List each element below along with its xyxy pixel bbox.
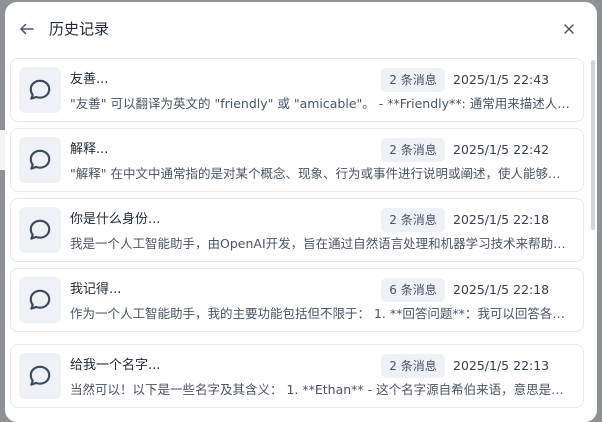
conversation-title: 给我一个名字... <box>70 358 161 373</box>
chat-bubble-icon <box>29 365 51 386</box>
conversation-item[interactable]: 你是什么身份... 2 条消息 2025/1/5 22:18 我是一个人工智能助… <box>10 198 584 262</box>
conversation-title: 友善... <box>70 72 109 87</box>
conversation-preview: "解释" 在中文中通常指的是对某个概念、现象、行为或事件进行说明或阐述，使人能够… <box>70 166 572 181</box>
message-count-badge: 6 条消息 <box>381 278 445 302</box>
message-count-badge: 2 条消息 <box>381 208 445 232</box>
chat-bubble-icon <box>29 149 51 170</box>
chat-bubble-icon <box>29 289 51 310</box>
conversation-timestamp: 2025/1/5 22:13 <box>453 358 550 373</box>
conversation-title: 我记得... <box>70 282 122 297</box>
chat-bubble-icon <box>29 79 51 100</box>
conversation-item[interactable]: 友善... 2 条消息 2025/1/5 22:43 "友善" 可以翻译为英文的… <box>10 58 584 122</box>
conversation-timestamp: 2025/1/5 22:43 <box>453 72 550 87</box>
conversation-avatar <box>19 207 61 253</box>
conversation-timestamp: 2025/1/5 22:42 <box>453 142 550 157</box>
conversation-item[interactable]: 解释... 2 条消息 2025/1/5 22:42 "解释" 在中文中通常指的… <box>10 128 584 192</box>
conversation-timestamp: 2025/1/5 22:18 <box>453 282 550 297</box>
close-button[interactable] <box>557 17 581 41</box>
history-dialog: 历史记录 友善... 2 条消息 2025/1/5 22:43 "友善" 可以翻… <box>5 2 597 422</box>
conversation-title: 解释... <box>70 142 109 157</box>
conversation-title: 你是什么身份... <box>70 212 161 227</box>
message-count-badge: 2 条消息 <box>381 138 445 162</box>
conversation-preview: 作为一个人工智能助手，我的主要功能包括但不限于： 1. **回答问题**：我可以… <box>70 306 572 321</box>
scrollbar[interactable] <box>591 60 595 230</box>
message-count-badge: 2 条消息 <box>381 68 445 92</box>
dialog-header: 历史记录 <box>5 2 597 56</box>
conversation-item[interactable]: 给我一个名字... 2 条消息 2025/1/5 22:13 当然可以！以下是一… <box>10 344 584 408</box>
conversation-item[interactable]: 我记得... 6 条消息 2025/1/5 22:18 作为一个人工智能助手，我… <box>10 268 584 332</box>
chat-bubble-icon <box>29 219 51 240</box>
message-count-badge: 2 条消息 <box>381 354 445 378</box>
conversation-preview: 当然可以！以下是一些名字及其含义： 1. **Ethan** - 这个名字源自希… <box>70 382 572 397</box>
conversation-preview: 我是一个人工智能助手，由OpenAI开发，旨在通过自然语言处理和机器学习技术来帮… <box>70 236 572 251</box>
conversation-preview: "友善" 可以翻译为英文的 "friendly" 或 "amicable"。 -… <box>70 96 572 111</box>
page-title: 历史记录 <box>49 20 110 38</box>
conversation-avatar <box>19 67 61 113</box>
close-icon <box>564 24 574 34</box>
conversation-timestamp: 2025/1/5 22:18 <box>453 212 550 227</box>
conversation-avatar <box>19 353 61 399</box>
back-button[interactable] <box>15 17 39 41</box>
arrow-left-icon <box>20 23 34 35</box>
conversation-avatar <box>19 277 61 323</box>
conversation-avatar <box>19 137 61 183</box>
